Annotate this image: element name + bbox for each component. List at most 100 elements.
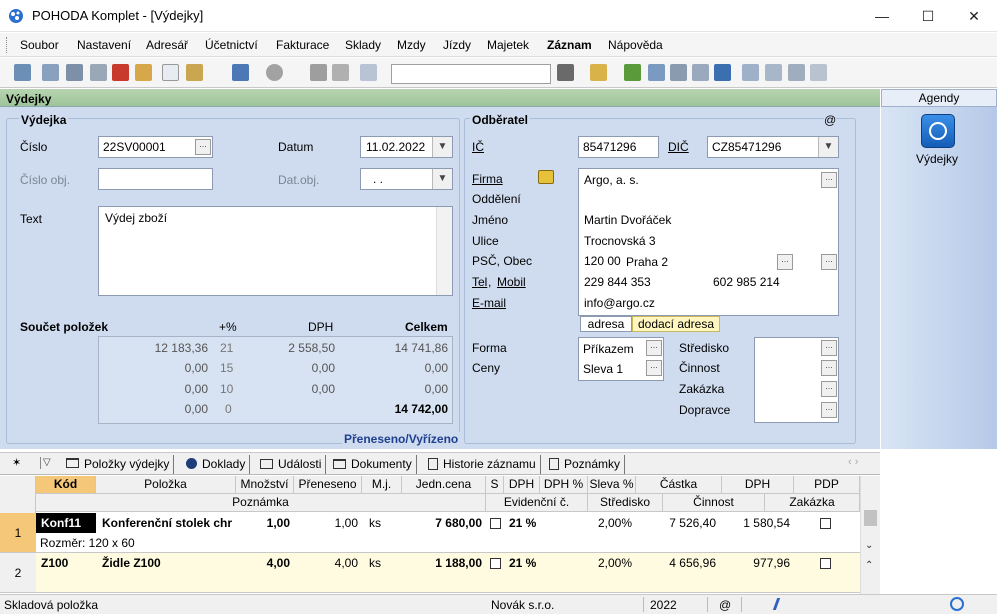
- iban-icon[interactable]: [714, 64, 731, 81]
- col-preneseno[interactable]: Přeneseno: [294, 476, 362, 494]
- tab-historie-zaznamu[interactable]: Historie záznamu: [439, 455, 541, 474]
- col-evidencni[interactable]: Evidenční č.: [486, 494, 588, 512]
- menu-soubor[interactable]: Soubor: [20, 38, 59, 52]
- gear-icon[interactable]: [266, 64, 283, 81]
- ic-input[interactable]: 85471296: [578, 136, 659, 158]
- col-castka[interactable]: Částka: [636, 476, 722, 494]
- col-mj[interactable]: M.j.: [362, 476, 402, 494]
- agenda-item-vydejky[interactable]: Výdejky: [916, 152, 958, 166]
- save-icon[interactable]: [310, 64, 327, 81]
- col-cinnost[interactable]: Činnost: [663, 494, 765, 512]
- dic-input[interactable]: CZ85471296 ▼: [707, 136, 839, 158]
- copy-icon[interactable]: [42, 64, 59, 81]
- col-polozka[interactable]: Položka: [96, 476, 236, 494]
- text-area[interactable]: Výdej zboží: [98, 206, 453, 296]
- row-note[interactable]: Rozměr: 120 x 60: [40, 533, 135, 553]
- obec-picker-button[interactable]: …: [777, 254, 793, 270]
- agendy-header[interactable]: Agendy: [881, 89, 997, 107]
- exit-icon[interactable]: [14, 64, 31, 81]
- tab-doklady[interactable]: Doklady: [198, 455, 251, 474]
- row-polozka[interactable]: Židle Z100: [102, 553, 161, 573]
- row-mj[interactable]: ks: [369, 513, 381, 533]
- row-mnozstvi[interactable]: 4,00: [236, 553, 290, 573]
- row-dph-value[interactable]: 1 580,54: [722, 513, 790, 533]
- psc-picker-button[interactable]: …: [821, 254, 837, 270]
- tel-label[interactable]: Tel: [472, 275, 487, 289]
- chevron-down-icon[interactable]: ▼: [818, 137, 838, 157]
- menu-napoveda[interactable]: Nápověda: [608, 38, 663, 52]
- firma-value[interactable]: Argo, a. s.: [584, 173, 639, 187]
- menu-jizdy[interactable]: Jízdy: [443, 38, 471, 52]
- quick-search-combo[interactable]: [391, 64, 551, 84]
- obec-value[interactable]: Praha 2: [626, 255, 668, 269]
- row-castka[interactable]: 7 526,40: [636, 513, 716, 533]
- table-icon[interactable]: [692, 64, 709, 81]
- col-dph-pct[interactable]: DPH %: [540, 476, 588, 494]
- cislo-picker-button[interactable]: …: [195, 139, 211, 155]
- row-pdp-checkbox[interactable]: [820, 518, 831, 529]
- row-dph-value[interactable]: 977,96: [722, 553, 790, 573]
- cancel-icon[interactable]: [332, 64, 349, 81]
- jmeno-value[interactable]: Martin Dvořáček: [584, 213, 671, 227]
- row-cena[interactable]: 7 680,00: [402, 513, 482, 533]
- col-zakazka[interactable]: Zakázka: [765, 494, 860, 512]
- col-kod[interactable]: Kód: [36, 476, 96, 494]
- address-book-icon[interactable]: [538, 170, 554, 184]
- tab-dodaci-adresa[interactable]: dodací adresa: [632, 316, 720, 332]
- row-polozka[interactable]: Konferenční stolek chr: [102, 513, 236, 533]
- dopravce-picker-button[interactable]: …: [821, 402, 837, 418]
- pdf-icon[interactable]: [112, 64, 129, 81]
- tab-polozky-vydejky[interactable]: Položky výdejky: [80, 455, 175, 474]
- row-dph-rate[interactable]: 21 %: [509, 553, 536, 573]
- col-dph[interactable]: DPH: [504, 476, 540, 494]
- row-s-checkbox[interactable]: [490, 558, 501, 569]
- col-pdp[interactable]: PDP: [794, 476, 860, 494]
- ic-label[interactable]: IČ: [472, 140, 484, 154]
- tab-udalosti[interactable]: Události: [274, 455, 327, 474]
- row-preneseno[interactable]: 4,00: [294, 553, 358, 573]
- row-castka[interactable]: 4 656,96: [636, 553, 716, 573]
- row-mj[interactable]: ks: [369, 553, 381, 573]
- datum-input[interactable]: 11.02.2022 ▼: [360, 136, 453, 158]
- row-kod[interactable]: Z100: [41, 553, 68, 573]
- menu-sklady[interactable]: Sklady: [345, 38, 381, 52]
- menu-nastaveni[interactable]: Nastavení: [77, 38, 131, 52]
- menu-zaznam[interactable]: Záznam: [547, 38, 592, 52]
- psc-value[interactable]: 120 00: [584, 254, 621, 268]
- col-dph-val[interactable]: DPH: [722, 476, 794, 494]
- col-stredisko[interactable]: Středisko: [588, 494, 663, 512]
- vydejky-agenda-icon[interactable]: [921, 114, 955, 148]
- email-value[interactable]: info@argo.cz: [584, 296, 655, 310]
- export-icon[interactable]: [135, 64, 152, 81]
- row-mnozstvi[interactable]: 1,00: [236, 513, 290, 533]
- ceny-value[interactable]: Sleva 1: [583, 362, 623, 376]
- forma-picker-button[interactable]: …: [646, 340, 662, 356]
- cislo-obj-input[interactable]: [98, 168, 213, 190]
- email-label[interactable]: E-mail: [472, 296, 506, 310]
- help-pointer-icon[interactable]: [810, 64, 827, 81]
- row-sleva[interactable]: 2,00%: [588, 553, 632, 573]
- zakazka-picker-button[interactable]: …: [821, 381, 837, 397]
- forma-value[interactable]: Příkazem: [583, 342, 634, 356]
- folder-icon[interactable]: [590, 64, 607, 81]
- tab-adresa[interactable]: adresa: [580, 316, 632, 332]
- list-icon[interactable]: [742, 64, 759, 81]
- report-icon[interactable]: [765, 64, 782, 81]
- menu-fakturace[interactable]: Fakturace: [276, 38, 329, 52]
- ceny-picker-button[interactable]: …: [646, 360, 662, 376]
- row-sleva[interactable]: 2,00%: [588, 513, 632, 533]
- firma-picker-button[interactable]: …: [821, 172, 837, 188]
- row-s-checkbox[interactable]: [490, 518, 501, 529]
- menu-majetek[interactable]: Majetek: [487, 38, 529, 52]
- filter-icon[interactable]: ▽: [40, 457, 54, 469]
- edit-brush-icon[interactable]: [186, 64, 203, 81]
- stredisko-picker-button[interactable]: …: [821, 340, 837, 356]
- row-pdp-checkbox[interactable]: [820, 558, 831, 569]
- clipboard-icon[interactable]: [360, 64, 377, 81]
- text-scrollbar[interactable]: [436, 207, 452, 295]
- tabs-scroll-arrows[interactable]: ‹ ›: [848, 456, 858, 468]
- pen-icon[interactable]: [772, 598, 792, 610]
- menu-mzdy[interactable]: Mzdy: [397, 38, 426, 52]
- row-preneseno[interactable]: 1,00: [294, 513, 358, 533]
- col-jedn-cena[interactable]: Jedn.cena: [402, 476, 486, 494]
